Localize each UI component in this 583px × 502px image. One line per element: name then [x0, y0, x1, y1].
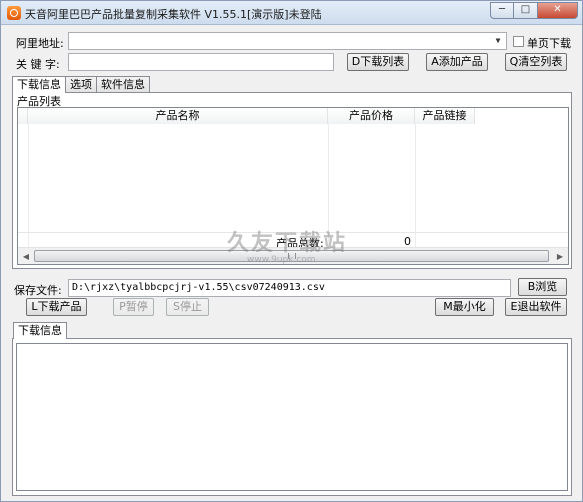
table-header: 产品名称 产品价格 产品链接 [18, 108, 475, 124]
save-path-input[interactable]: D:\rjxz\tyalbbcpcjrj-v1.55\csv07240913.c… [68, 279, 511, 297]
stop-button[interactable]: S停止 [166, 298, 209, 316]
single-page-checkbox[interactable] [513, 36, 524, 47]
save-path-value: D:\rjxz\tyalbbcpcjrj-v1.55\csv07240913.c… [72, 282, 325, 293]
chevron-down-icon[interactable]: ▼ [491, 34, 505, 48]
maximize-icon: □ [520, 4, 531, 15]
tab-download-info[interactable]: 下载信息 [12, 76, 66, 93]
column-header-name[interactable]: 产品名称 [28, 108, 328, 124]
column-header-link[interactable]: 产品链接 [415, 108, 475, 124]
window-controls: ─ □ ✕ [490, 2, 578, 20]
watermark-text: 久友下载站 [227, 231, 348, 256]
app-logo-icon [7, 6, 21, 20]
url-label: 阿里地址: [16, 37, 64, 50]
exit-button[interactable]: E退出软件 [505, 298, 567, 316]
single-page-label[interactable]: 单页下载 [527, 35, 571, 51]
log-panel [12, 338, 572, 496]
row-header-cell [18, 108, 28, 124]
main-window: 天音阿里巴巴产品批量复制采集软件 V1.55.1[演示版]未登陆 ─ □ ✕ 阿… [0, 0, 583, 502]
add-product-button[interactable]: A添加产品 [426, 53, 488, 71]
arrow-left-icon[interactable]: ◀ [19, 250, 33, 263]
log-textarea[interactable] [16, 343, 568, 491]
watermark-url: www.9upk.com [247, 255, 316, 265]
minimize-app-button[interactable]: M最小化 [435, 298, 494, 316]
browse-button[interactable]: B浏览 [518, 278, 567, 296]
maximize-window-button[interactable]: □ [514, 2, 538, 19]
tab-options[interactable]: 选项 [65, 76, 97, 92]
column-header-price[interactable]: 产品价格 [328, 108, 415, 124]
log-tabs: 下载信息 [13, 322, 67, 339]
title-bar[interactable]: 天音阿里巴巴产品批量复制采集软件 V1.55.1[演示版]未登陆 ─ □ ✕ [1, 1, 582, 25]
download-products-button[interactable]: L下载产品 [26, 298, 87, 316]
tab-download-log[interactable]: 下载信息 [13, 322, 67, 339]
main-tabs: 下载信息 选项 软件信息 [12, 76, 150, 93]
arrow-right-icon[interactable]: ▶ [553, 250, 567, 263]
pause-button[interactable]: P暂停 [113, 298, 154, 316]
minimize-window-button[interactable]: ─ [490, 2, 514, 19]
download-list-button[interactable]: D下载列表 [347, 53, 409, 71]
close-icon: ✕ [553, 4, 562, 15]
column-divider [28, 124, 29, 248]
column-divider [415, 124, 416, 248]
keyword-label: 关 键 字: [16, 58, 60, 71]
tab-software-info[interactable]: 软件信息 [96, 76, 150, 92]
keyword-input[interactable] [68, 53, 334, 71]
clear-list-button[interactable]: Q清空列表 [505, 53, 567, 71]
close-window-button[interactable]: ✕ [538, 2, 578, 19]
save-file-label: 保存文件: [14, 284, 62, 297]
window-title: 天音阿里巴巴产品批量复制采集软件 V1.55.1[演示版]未登陆 [25, 8, 322, 21]
minimize-icon: ─ [498, 4, 506, 15]
url-combobox[interactable]: ▼ [68, 32, 507, 50]
